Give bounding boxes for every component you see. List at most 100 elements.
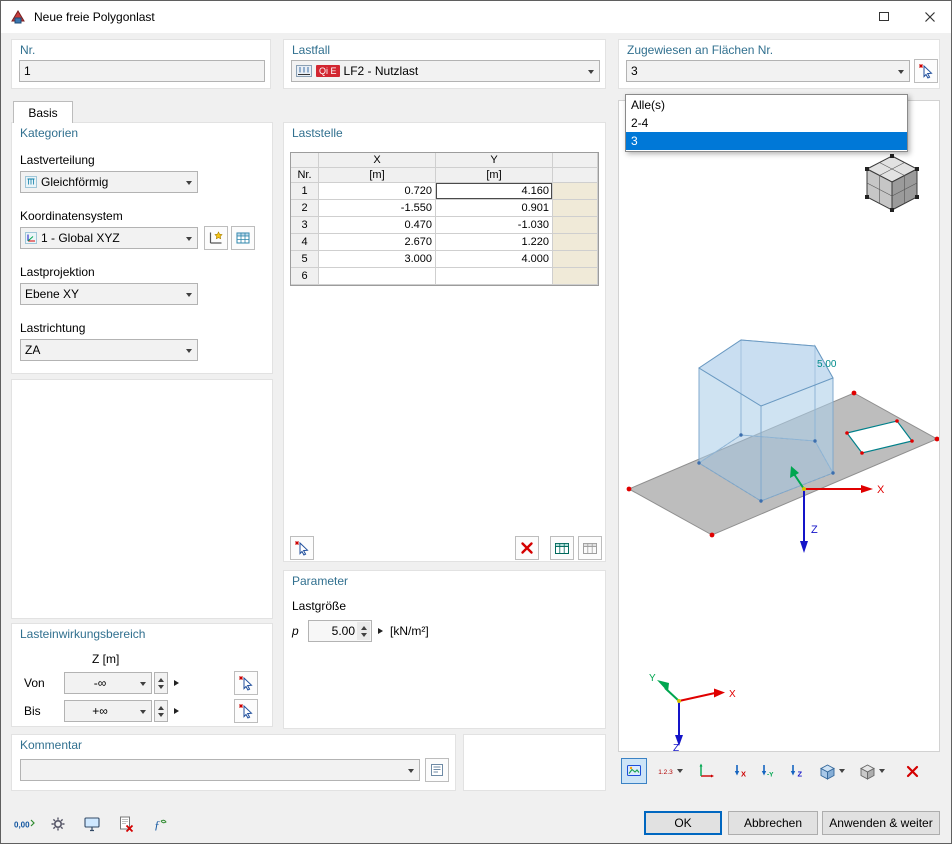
lastgroesse-label: Lastgröße: [292, 599, 347, 613]
apply-and-next-button[interactable]: Anwenden & weiter: [822, 811, 940, 835]
spin-up-icon: [158, 677, 164, 682]
titlebar[interactable]: Neue freie Polygonlast: [1, 1, 951, 33]
kommentar-select[interactable]: [20, 759, 420, 781]
column-header-y: Y: [436, 153, 553, 168]
p-spinner[interactable]: [357, 622, 370, 640]
p-unit-flyout[interactable]: [374, 620, 386, 642]
row-number[interactable]: 5: [291, 251, 319, 268]
spin-down-icon: [158, 684, 164, 689]
apply-button-label: Anwenden & weiter: [829, 816, 933, 830]
cell-extra: [553, 200, 598, 217]
spin-down-icon: [158, 712, 164, 717]
lastrichtung-select[interactable]: ZA: [20, 339, 198, 361]
p-value-field[interactable]: 5.00: [308, 620, 372, 642]
units-decimal-icon: 0,00: [14, 819, 35, 830]
row-number[interactable]: 4: [291, 234, 319, 251]
load-number-field[interactable]: 1: [19, 60, 265, 82]
new-coordinate-system-button[interactable]: [204, 226, 228, 250]
table-export-button[interactable]: [578, 536, 602, 560]
cell-y[interactable]: 4.000: [436, 251, 553, 268]
row-number[interactable]: 2: [291, 200, 319, 217]
bis-pick-button[interactable]: [234, 699, 258, 723]
cell-x[interactable]: 0.470: [319, 217, 436, 234]
koordinatensystem-select[interactable]: 1 - Global XYZ: [20, 227, 198, 249]
table-row: 2 -1.550 0.901: [291, 200, 598, 217]
maximize-button[interactable]: [861, 1, 907, 32]
dialog-window: Neue freie Polygonlast Nr. 1 Lastfall Qi…: [0, 0, 952, 844]
select-pointer-icon: [239, 676, 253, 691]
view-along-minus-y-button[interactable]: -Y: [755, 758, 781, 784]
p-value: 5.00: [331, 624, 355, 638]
select-pointer-icon: [239, 704, 253, 719]
bis-spinner[interactable]: [154, 700, 168, 722]
tab-basis[interactable]: Basis: [13, 101, 73, 123]
bis-unit-flyout[interactable]: [170, 700, 182, 722]
von-unit-flyout[interactable]: [170, 672, 182, 694]
load-category-badge: Qi E: [316, 65, 340, 77]
select-surfaces-button[interactable]: [914, 59, 938, 83]
axes-display-button[interactable]: [693, 758, 719, 784]
cell-y[interactable]: 1.220: [436, 234, 553, 251]
delete-rows-button[interactable]: [515, 536, 539, 560]
lastverteilung-select[interactable]: Gleichförmig: [20, 171, 198, 193]
viewport-panel[interactable]: 5.00 X Z X Y Z: [618, 100, 940, 752]
cancel-button[interactable]: Abbrechen: [728, 811, 818, 835]
von-pick-button[interactable]: [234, 671, 258, 695]
pick-points-button[interactable]: [290, 536, 314, 560]
lastrichtung-value: ZA: [25, 343, 41, 357]
view-along-x-button[interactable]: X: [727, 758, 753, 784]
dropdown-item[interactable]: 2-4: [626, 114, 907, 132]
cell-x[interactable]: [319, 268, 436, 285]
edit-coordinate-system-button[interactable]: [231, 226, 255, 250]
chevron-down-icon: [186, 237, 192, 241]
graphics-settings-button[interactable]: [621, 758, 647, 784]
navigation-cube[interactable]: [865, 154, 919, 212]
group-laststelle-title: Laststelle: [292, 126, 343, 140]
dropdown-item[interactable]: Alle(s): [626, 96, 907, 114]
show-in-window-button[interactable]: [79, 811, 105, 837]
load-number-value: 1: [24, 64, 31, 78]
row-number[interactable]: 6: [291, 268, 319, 285]
assigned-surfaces-dropdown[interactable]: Alle(s) 2-4 3: [625, 94, 908, 152]
cell-x[interactable]: 2.670: [319, 234, 436, 251]
monitor-icon: [84, 817, 100, 832]
config-button[interactable]: [45, 811, 71, 837]
cell-y[interactable]: [436, 268, 553, 285]
table-import-button[interactable]: [550, 536, 574, 560]
comment-templates-button[interactable]: [425, 758, 449, 782]
cell-y-focused[interactable]: 4.160: [436, 183, 553, 200]
close-button[interactable]: [907, 1, 951, 32]
numbering-button[interactable]: 1.2.3: [651, 758, 689, 784]
formula-button[interactable]: ƒ: [147, 811, 173, 837]
assigned-surfaces-select[interactable]: 3: [626, 60, 910, 82]
ok-button[interactable]: OK: [644, 811, 722, 835]
cell-x[interactable]: 0.720: [319, 183, 436, 200]
clear-inputs-button[interactable]: [113, 811, 139, 837]
cell-y[interactable]: -1.030: [436, 217, 553, 234]
row-header-label: Nr.: [291, 168, 319, 183]
von-select[interactable]: -∞: [64, 672, 152, 694]
chevron-down-icon: [839, 769, 845, 773]
spin-up-icon: [158, 705, 164, 710]
bis-select[interactable]: +∞: [64, 700, 152, 722]
column-unit-x: [m]: [319, 168, 436, 183]
cell-x[interactable]: 3.000: [319, 251, 436, 268]
row-number[interactable]: 3: [291, 217, 319, 234]
lastprojektion-select[interactable]: Ebene XY: [20, 283, 198, 305]
projection-mode-button[interactable]: [853, 758, 891, 784]
cancel-view-button[interactable]: [899, 758, 925, 784]
isometric-view-button[interactable]: [813, 758, 851, 784]
load-case-select[interactable]: Qi E LF2 - Nutzlast: [291, 60, 600, 82]
von-spinner[interactable]: [154, 672, 168, 694]
view-along-z-button[interactable]: Z: [783, 758, 809, 784]
load-case-value: LF2 - Nutzlast: [343, 64, 419, 78]
group-lastfall: Lastfall Qi E LF2 - Nutzlast: [283, 39, 606, 89]
row-number[interactable]: 1: [291, 183, 319, 200]
load-case-icon: [296, 65, 312, 77]
cell-y[interactable]: 0.901: [436, 200, 553, 217]
svg-text:1.2.3: 1.2.3: [658, 769, 673, 776]
units-decimal-button[interactable]: 0,00: [11, 811, 37, 837]
cell-x[interactable]: -1.550: [319, 200, 436, 217]
dropdown-item-selected[interactable]: 3: [626, 132, 907, 150]
3d-viewport[interactable]: 5.00 X Z X Y Z: [619, 101, 940, 752]
